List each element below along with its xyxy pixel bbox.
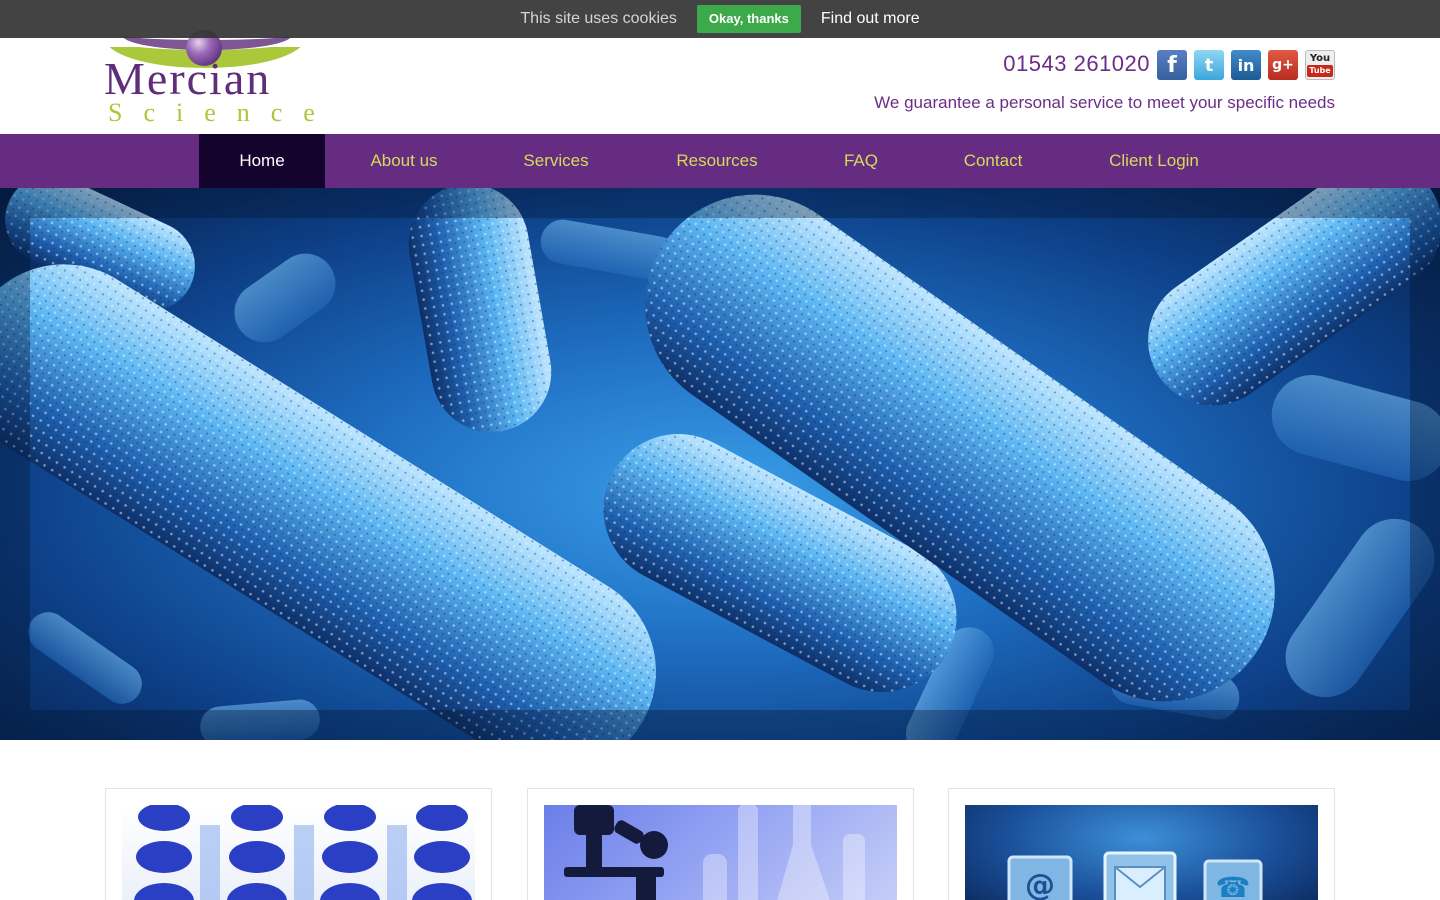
- tagline: We guarantee a personal service to meet …: [874, 93, 1335, 112]
- linkedin-icon[interactable]: in: [1231, 50, 1261, 80]
- nav-client-login[interactable]: Client Login: [1090, 134, 1218, 188]
- water-bottles-image: [122, 805, 475, 900]
- youtube-icon-you: You: [1309, 52, 1331, 64]
- cookie-bar: This site uses cookies Okay, thanks Find…: [0, 0, 1440, 38]
- nav-contact[interactable]: Contact: [941, 134, 1045, 188]
- phone-number[interactable]: 01543 261020: [1003, 51, 1150, 77]
- logo-wordmark: Mercian: [104, 53, 272, 104]
- youtube-icon-tube: Tube: [1307, 64, 1333, 77]
- nav-resources[interactable]: Resources: [655, 134, 779, 188]
- youtube-icon[interactable]: You Tube: [1305, 50, 1335, 80]
- svg-text:@: @: [1025, 868, 1055, 900]
- svg-text:☎: ☎: [1216, 871, 1251, 900]
- feature-card-contact[interactable]: @ ☎: [948, 788, 1335, 900]
- nav-services[interactable]: Services: [497, 134, 615, 188]
- bottles-graphic: [134, 805, 472, 900]
- feature-card-laboratory[interactable]: [527, 788, 914, 900]
- social-links: f t in g+ You Tube: [1157, 50, 1335, 80]
- twitter-icon[interactable]: t: [1194, 50, 1224, 80]
- nav-about-us[interactable]: About us: [345, 134, 463, 188]
- laboratory-image: [544, 805, 897, 900]
- bacteria-illustration: [0, 188, 1440, 740]
- lab-equipment-graphic: [564, 805, 865, 900]
- main-nav: Home About us Services Resources FAQ Con…: [0, 134, 1440, 188]
- cookie-message: This site uses cookies: [520, 10, 677, 27]
- cookie-find-out-more-link[interactable]: Find out more: [821, 10, 920, 28]
- cookie-accept-button[interactable]: Okay, thanks: [696, 5, 801, 33]
- feature-card-water[interactable]: [105, 788, 492, 900]
- contact-icons-graphic: @ ☎: [1007, 851, 1263, 900]
- facebook-icon[interactable]: f: [1157, 50, 1187, 80]
- nav-faq[interactable]: FAQ: [822, 134, 900, 188]
- nav-home[interactable]: Home: [199, 134, 325, 188]
- google-plus-icon[interactable]: g+: [1268, 50, 1298, 80]
- hero-banner: [0, 188, 1440, 740]
- logo-subtitle: Science: [108, 98, 336, 127]
- contact-image: @ ☎: [965, 805, 1318, 900]
